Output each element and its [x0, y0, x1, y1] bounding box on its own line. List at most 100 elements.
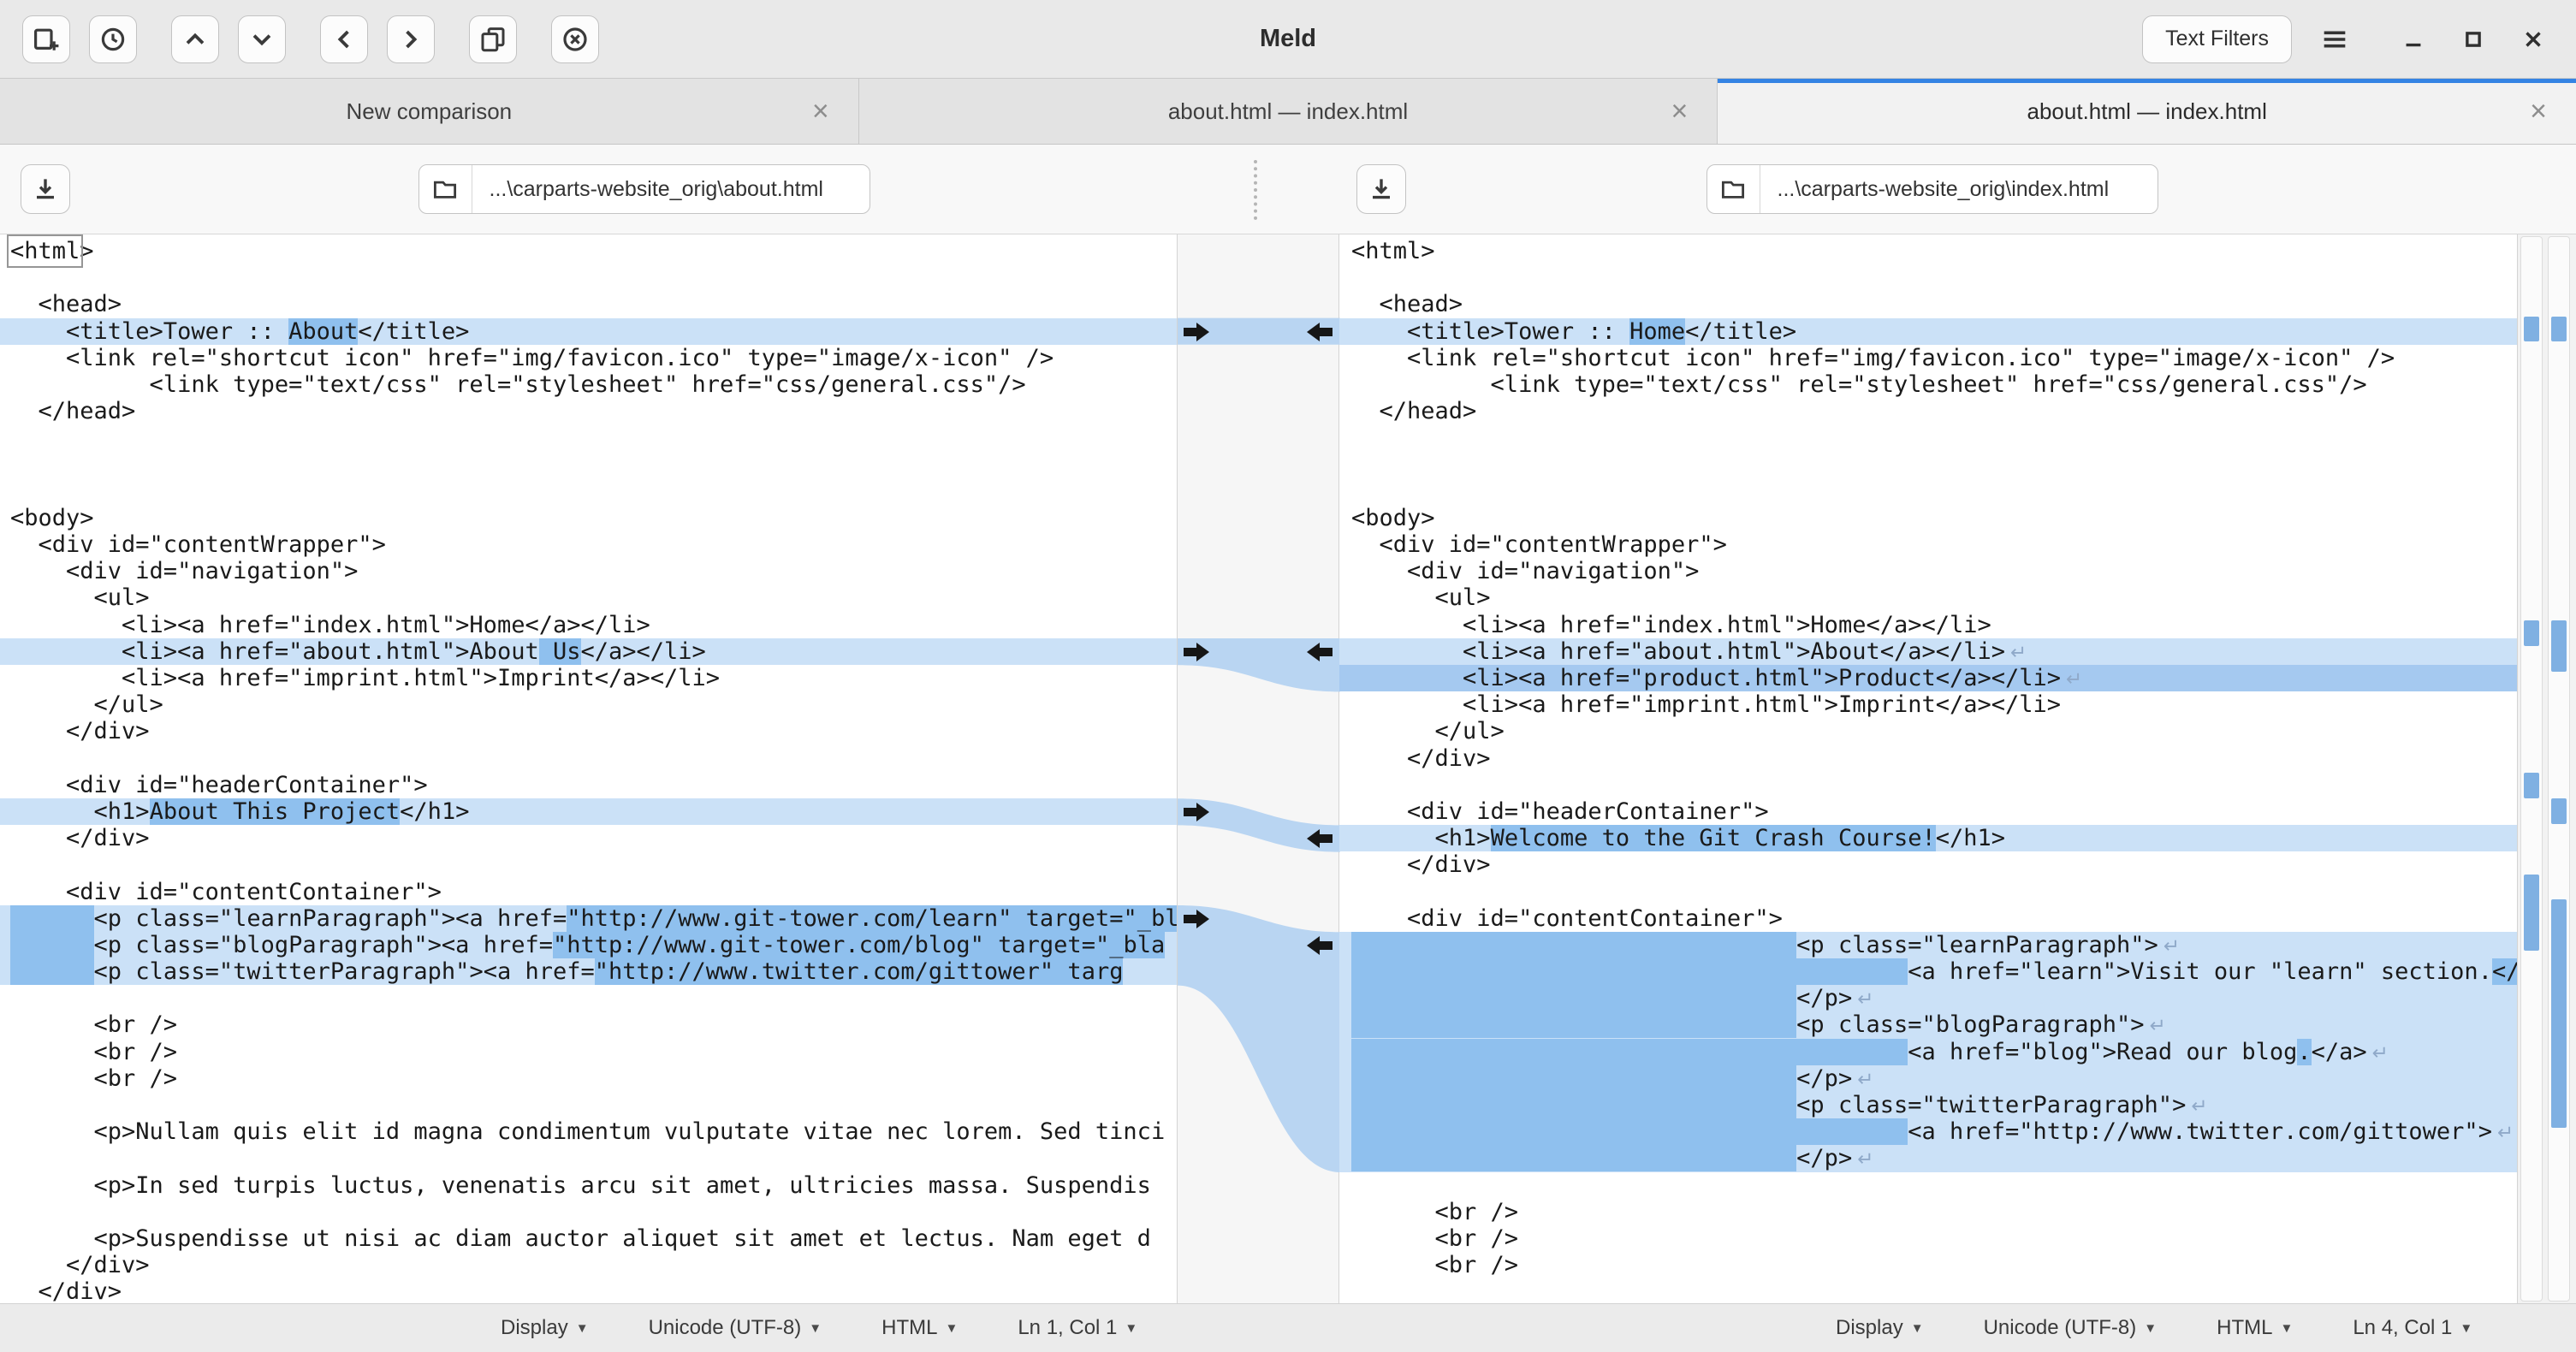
encoding-dropdown-left[interactable]: Unicode (UTF-8)▼ — [649, 1316, 822, 1340]
right-code-pane[interactable]: <html> <head> <title>Tower :: Home</titl… — [1339, 234, 2517, 1303]
file-path-right: ...\carparts-website_orig\index.html — [1760, 165, 2158, 213]
code-line: </div> — [1339, 745, 2517, 772]
tab-close-icon[interactable]: × — [1671, 97, 1688, 126]
folder-open-button[interactable] — [419, 165, 472, 213]
chevron-right-icon — [397, 26, 424, 53]
code-line: <div id="contentWrapper"> — [0, 531, 1177, 558]
code-line: </p>↵ — [1339, 1065, 2517, 1092]
code-line: <title>Tower :: Home</title> — [1339, 318, 2517, 345]
overview-map-left[interactable] — [2520, 236, 2543, 1302]
stop-button[interactable] — [551, 15, 599, 63]
previous-change-button[interactable] — [171, 15, 219, 63]
push-change-right-arrow[interactable] — [1182, 322, 1211, 342]
code-line: <br /> — [1339, 1225, 2517, 1252]
save-right-button[interactable] — [1356, 164, 1406, 214]
display-label: Display — [501, 1316, 568, 1340]
push-change-right-arrow[interactable] — [1182, 642, 1211, 662]
code-line — [1339, 1278, 2517, 1303]
push-change-right-arrow[interactable] — [1182, 802, 1211, 822]
code-line: </head> — [1339, 398, 2517, 424]
text-filters-label: Text Filters — [2165, 27, 2269, 51]
minimize-button[interactable] — [2393, 19, 2434, 60]
code-line: <br /> — [0, 1011, 1177, 1038]
header-right: Text Filters — [2142, 15, 2554, 63]
code-line: <li><a href="about.html">About Us</a></l… — [0, 638, 1177, 665]
display-dropdown-right[interactable]: Display▼ — [1836, 1316, 1924, 1340]
cursor-position-left[interactable]: Ln 1, Col 1▼ — [1018, 1316, 1137, 1340]
caret-down-icon: ▼ — [1125, 1321, 1137, 1336]
file-selector-left: ...\carparts-website_orig\about.html — [0, 145, 1288, 234]
window-title: Meld — [1260, 25, 1316, 53]
menu-button[interactable] — [2311, 15, 2359, 63]
copy-icon — [479, 26, 507, 53]
code-line — [0, 452, 1177, 478]
code-line: <div id="contentWrapper"> — [1339, 531, 2517, 558]
line-ending-mark: ↵ — [2163, 935, 2180, 958]
syntax-dropdown-left[interactable]: HTML▼ — [881, 1316, 958, 1340]
tab-comparison-1[interactable]: about.html — index.html × — [859, 79, 1718, 144]
caret-down-icon: ▼ — [2280, 1321, 2293, 1336]
code-line: <div id="headerContainer"> — [0, 772, 1177, 798]
code-line: <link type="text/css" rel="stylesheet" h… — [1339, 371, 2517, 398]
overview-map-right[interactable] — [2548, 236, 2570, 1302]
display-dropdown-left[interactable]: Display▼ — [501, 1316, 589, 1340]
code-line — [0, 1199, 1177, 1225]
left-code-pane[interactable]: <html> <head> <title>Tower :: About</tit… — [0, 234, 1177, 1303]
file-chooser-left[interactable]: ...\carparts-website_orig\about.html — [418, 164, 870, 214]
code-line: <title>Tower :: About</title> — [0, 318, 1177, 345]
save-icon — [1368, 175, 1395, 203]
tab-label: about.html — index.html — [1168, 98, 1408, 125]
line-ending-mark: ↵ — [2010, 642, 2027, 664]
code-line: <p class="learnParagraph">↵ — [1339, 932, 2517, 958]
syntax-dropdown-right[interactable]: HTML▼ — [2217, 1316, 2293, 1340]
go-back-button[interactable] — [320, 15, 368, 63]
next-change-button[interactable] — [238, 15, 286, 63]
diff-view: <html> <head> <title>Tower :: About</tit… — [0, 234, 2576, 1303]
encoding-dropdown-right[interactable]: Unicode (UTF-8)▼ — [1984, 1316, 2158, 1340]
code-line — [1339, 1172, 2517, 1199]
cursor-position-right[interactable]: Ln 4, Col 1▼ — [2353, 1316, 2472, 1340]
maximize-button[interactable] — [2453, 19, 2494, 60]
chevron-down-icon — [248, 26, 276, 53]
go-forward-button[interactable] — [387, 15, 435, 63]
push-change-left-arrow[interactable] — [1305, 322, 1334, 342]
diff-chunk-mark — [2524, 875, 2539, 951]
tab-close-icon[interactable]: × — [812, 97, 829, 126]
copy-button[interactable] — [469, 15, 517, 63]
history-button[interactable] — [89, 15, 137, 63]
line-ending-mark: ↵ — [2150, 1015, 2166, 1037]
file-chooser-right[interactable]: ...\carparts-website_orig\index.html — [1706, 164, 2158, 214]
close-button[interactable] — [2513, 19, 2554, 60]
line-ending-mark: ↵ — [2191, 1095, 2207, 1118]
text-filters-button[interactable]: Text Filters — [2142, 15, 2292, 63]
code-line: <p>In sed turpis luctus, venenatis arcu … — [0, 1172, 1177, 1199]
code-line: <li><a href="imprint.html">Imprint</a></… — [1339, 691, 2517, 718]
encoding-label: Unicode (UTF-8) — [649, 1316, 802, 1340]
status-right: Display▼ Unicode (UTF-8)▼ HTML▼ Ln 4, Co… — [1288, 1316, 2576, 1340]
diff-chunk-mark — [2551, 798, 2567, 824]
code-line: <li><a href="about.html">About</a></li>↵ — [1339, 638, 2517, 665]
code-line: </p>↵ — [1339, 985, 2517, 1011]
pane-divider-handle[interactable] — [1254, 160, 1257, 220]
code-line: <ul> — [1339, 584, 2517, 611]
code-line: <p>Suspendisse ut nisi ac diam auctor al… — [0, 1225, 1177, 1252]
code-line — [0, 1145, 1177, 1171]
code-line: <link rel="shortcut icon" href="img/favi… — [1339, 345, 2517, 371]
caret-down-icon: ▼ — [2144, 1321, 2157, 1336]
code-line: <a href="blog">Read our blog.</a>↵ — [1339, 1039, 2517, 1065]
push-change-left-arrow[interactable] — [1305, 828, 1334, 849]
tab-new-comparison[interactable]: New comparison × — [0, 79, 859, 144]
tab-close-icon[interactable]: × — [2530, 97, 2547, 126]
push-change-left-arrow[interactable] — [1305, 935, 1334, 956]
diff-gutter — [1177, 234, 1339, 1303]
code-line: <ul> — [0, 584, 1177, 611]
save-left-button[interactable] — [21, 164, 70, 214]
code-line: <body> — [0, 505, 1177, 531]
push-change-right-arrow[interactable] — [1182, 909, 1211, 929]
folder-open-button[interactable] — [1707, 165, 1760, 213]
tab-comparison-2-active[interactable]: about.html — index.html × — [1718, 79, 2576, 144]
code-line: </p>↵ — [1339, 1145, 2517, 1171]
new-comparison-button[interactable] — [22, 15, 70, 63]
push-change-left-arrow[interactable] — [1305, 642, 1334, 662]
tab-label: New comparison — [347, 98, 513, 125]
